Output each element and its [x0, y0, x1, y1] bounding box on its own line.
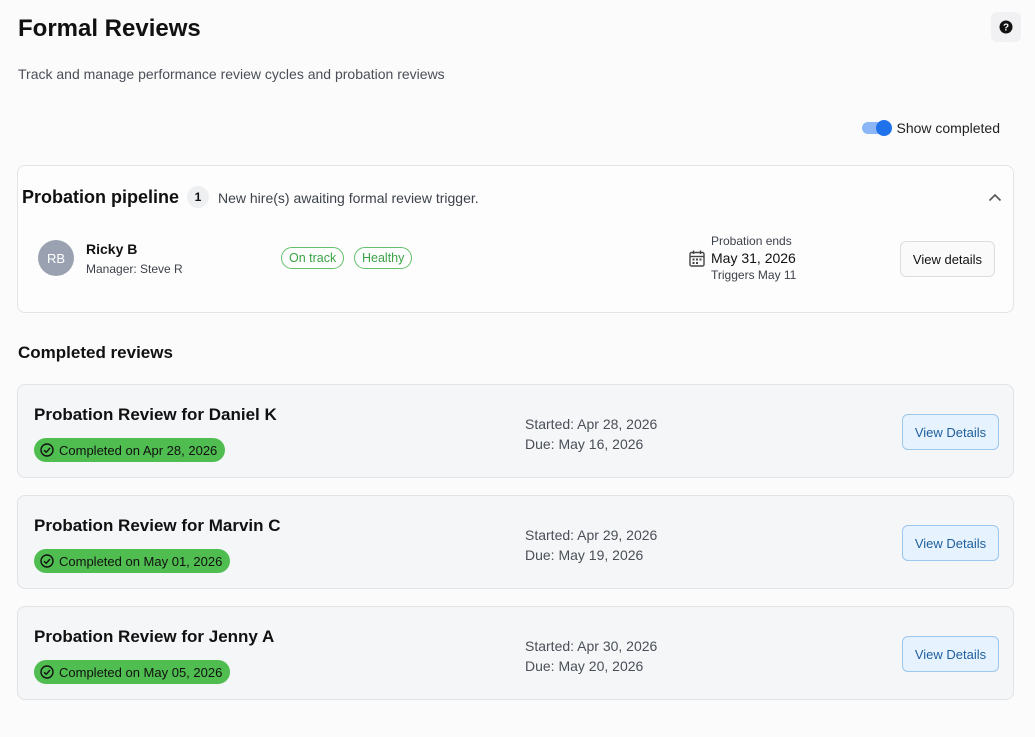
- pipeline-title: Probation pipeline: [22, 187, 180, 207]
- page-title: Formal Reviews: [18, 15, 201, 42]
- completed-badge: Completed on May 01, 2026: [34, 549, 231, 573]
- check-circle-icon: [40, 665, 54, 679]
- view-details-button[interactable]: View Details: [902, 414, 999, 450]
- completed-badge-label: Completed on May 01, 2026: [59, 553, 223, 569]
- completed-badge: Completed on May 05, 2026: [34, 660, 231, 684]
- review-card: Probation Review for Marvin C Completed …: [17, 495, 1014, 589]
- completed-badge-label: Completed on May 05, 2026: [59, 664, 223, 680]
- employee-name: Ricky B: [86, 241, 138, 257]
- due-date: Due: May 16, 2026: [525, 436, 644, 452]
- started-date: Started: Apr 30, 2026: [525, 638, 658, 654]
- employee-manager: Manager: Steve R: [86, 262, 183, 276]
- pipeline-count-badge: 1: [187, 186, 209, 208]
- probation-pipeline-panel: Probation pipeline 1 New hire(s) awaitin…: [17, 165, 1014, 313]
- view-details-button[interactable]: View Details: [902, 636, 999, 672]
- calendar-icon: [689, 250, 705, 267]
- completed-badge-label: Completed on Apr 28, 2026: [59, 442, 218, 458]
- check-circle-icon: [40, 443, 54, 457]
- collapse-toggle[interactable]: [985, 187, 1005, 207]
- check-circle-icon: [40, 554, 54, 568]
- question-circle-icon: ?: [999, 20, 1013, 34]
- view-details-button[interactable]: View details: [900, 241, 995, 277]
- started-date: Started: Apr 28, 2026: [525, 416, 658, 432]
- due-date: Due: May 19, 2026: [525, 547, 644, 563]
- started-date: Started: Apr 29, 2026: [525, 527, 658, 543]
- review-title: Probation Review for Daniel K: [34, 405, 277, 424]
- due-date: Due: May 20, 2026: [525, 658, 644, 674]
- review-card: Probation Review for Jenny A Completed o…: [17, 606, 1014, 700]
- chevron-up-icon: [988, 193, 1002, 201]
- probation-ends-label: Probation ends: [711, 234, 792, 248]
- svg-text:?: ?: [1003, 23, 1009, 34]
- review-dates: Started: Apr 30, 2026 Due: May 20, 2026: [525, 636, 657, 676]
- show-completed-toggle[interactable]: [862, 120, 893, 136]
- review-card: Probation Review for Daniel K Completed …: [17, 384, 1014, 478]
- review-title: Probation Review for Jenny A: [34, 627, 275, 646]
- probation-end-date: May 31, 2026: [711, 250, 796, 266]
- avatar: RB: [38, 240, 74, 276]
- pipeline-description: New hire(s) awaiting formal review trigg…: [218, 190, 479, 206]
- completed-reviews-title: Completed reviews: [18, 343, 173, 362]
- help-button[interactable]: ?: [991, 12, 1021, 42]
- review-dates: Started: Apr 28, 2026 Due: May 16, 2026: [525, 414, 657, 454]
- status-tag-on-track: On track: [281, 247, 345, 269]
- trigger-date: Triggers May 11: [711, 268, 797, 282]
- show-completed-label: Show completed: [896, 120, 1000, 136]
- review-dates: Started: Apr 29, 2026 Due: May 19, 2026: [525, 525, 657, 565]
- page-subtitle: Track and manage performance review cycl…: [18, 66, 445, 82]
- status-tag-healthy: Healthy: [354, 247, 413, 269]
- view-details-button[interactable]: View Details: [902, 525, 999, 561]
- show-completed-toggle-wrap[interactable]: Show completed: [862, 120, 1000, 136]
- toggle-knob: [876, 120, 893, 136]
- review-title: Probation Review for Marvin C: [34, 516, 281, 535]
- completed-badge: Completed on Apr 28, 2026: [34, 438, 226, 462]
